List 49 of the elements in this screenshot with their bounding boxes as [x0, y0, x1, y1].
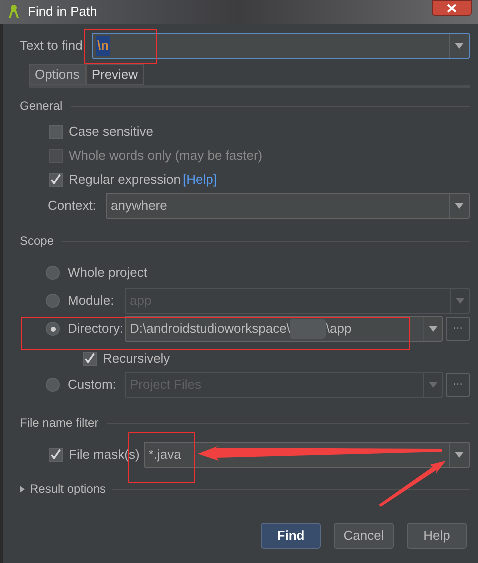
checkbox[interactable]	[83, 352, 97, 366]
checkbox-label: Regular expression	[69, 171, 182, 190]
android-icon	[6, 4, 22, 20]
dropdown-value: \app	[326, 320, 352, 338]
dialog-button[interactable]: Find	[261, 523, 321, 549]
help-link[interactable]: [Help]	[183, 170, 217, 190]
result-options-toggle[interactable]: Result options	[20, 480, 106, 498]
checkbox-label: Recursively	[103, 350, 170, 368]
dropdown-value: anywhere	[111, 197, 168, 216]
section-title: General	[20, 98, 63, 115]
browse-button[interactable]: ···	[446, 373, 470, 397]
radio-label: Custom:	[68, 376, 118, 394]
radio-button[interactable]	[46, 378, 60, 392]
dropdown-value: *.java	[148, 446, 182, 464]
section-title: File name filter	[20, 415, 99, 432]
close-icon	[447, 4, 457, 12]
radio-button[interactable]	[46, 266, 60, 280]
field-label: Context:	[48, 197, 98, 216]
dropdown-arrow-icon	[455, 203, 464, 209]
dropdown-arrow-icon	[456, 298, 464, 304]
dialog-button[interactable]: Cancel	[334, 523, 394, 549]
input-text: \n	[96, 36, 110, 56]
dropdown-value: D:\androidstudioworkspace\	[130, 320, 290, 338]
radio-label: Module:	[68, 292, 116, 310]
dialog-button[interactable]: Help	[407, 523, 467, 549]
tab[interactable]: Preview	[86, 64, 144, 85]
dropdown-arrow-icon	[428, 326, 438, 332]
dropdown-arrow-icon	[455, 43, 464, 49]
section-title: Scope	[20, 233, 54, 250]
checkbox-label: Case sensitive	[69, 123, 154, 142]
tab[interactable]: Options	[29, 64, 86, 85]
checkbox-label: Whole words only (may be faster)	[69, 147, 263, 166]
search-combo[interactable]: \n	[92, 33, 470, 59]
window-title: Find in Path	[28, 3, 98, 22]
checkbox[interactable]	[49, 173, 63, 187]
close-button[interactable]	[432, 0, 472, 16]
checkbox[interactable]	[49, 448, 63, 462]
radio-label: Whole project	[68, 264, 148, 282]
checkbox[interactable]	[49, 125, 63, 139]
dropdown-arrow-icon	[428, 382, 438, 388]
radio-button[interactable]	[46, 322, 60, 336]
radio-label: Directory:	[68, 320, 125, 338]
collapsed-arrow-icon	[20, 486, 25, 492]
path-dropdown[interactable]: D:\androidstudioworkspace\ \app	[125, 316, 443, 342]
dropdown-arrow-icon	[455, 452, 464, 458]
radio-button[interactable]	[46, 294, 60, 308]
context-dropdown[interactable]: anywhere	[106, 193, 470, 219]
browse-button[interactable]: ···	[446, 317, 470, 341]
blurred-area	[290, 319, 326, 339]
